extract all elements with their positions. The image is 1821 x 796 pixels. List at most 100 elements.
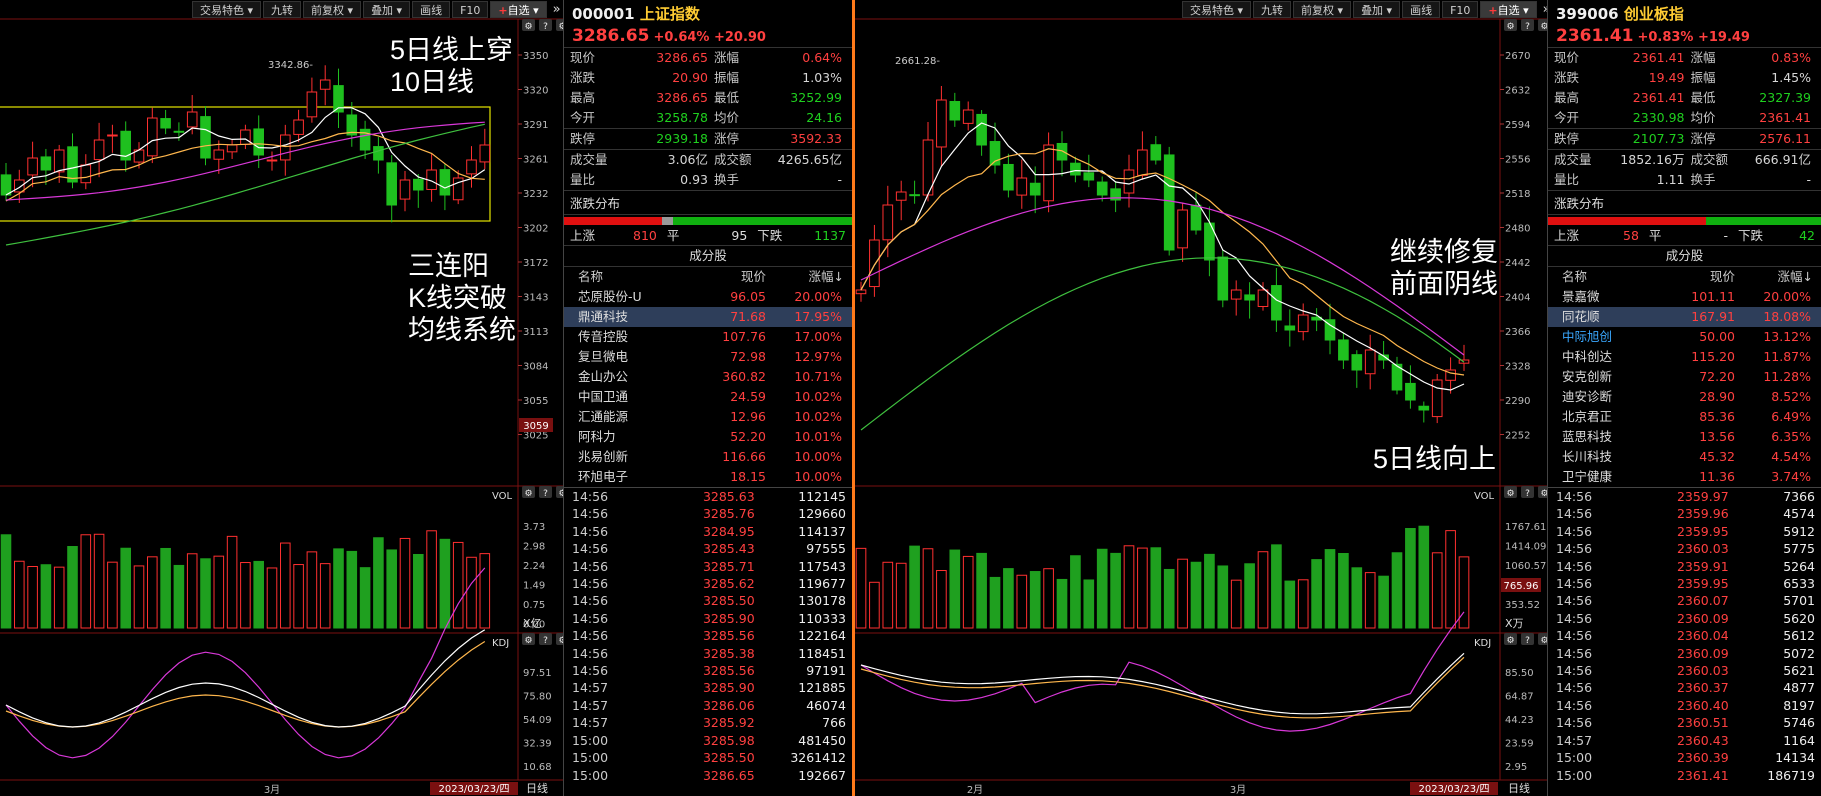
pane-tools[interactable]: ⚙? ⚙ <box>1504 19 1547 32</box>
col-price[interactable]: 现价 <box>1659 267 1735 287</box>
tick-price: 2360.09 <box>1676 645 1729 661</box>
tick-volume: 1164 <box>1783 732 1815 748</box>
constituent-row[interactable]: 长川科技 45.32 4.54% <box>1548 447 1821 467</box>
constituent-row[interactable]: 同花顺 167.91 18.08% <box>1548 307 1821 327</box>
vol-unit: X万 <box>1505 617 1524 630</box>
tick-volume: 97191 <box>806 663 846 679</box>
stock-name: 汇通能源 <box>578 409 629 424</box>
tick-row: 14:56 3285.71 117543 <box>564 558 852 575</box>
tick-row: 15:00 3285.98 481450 <box>564 732 852 749</box>
flat-label: 平 <box>1648 228 1662 243</box>
constituent-row[interactable]: 中科创达 115.20 11.87% <box>1548 347 1821 367</box>
quote-key: 最低 <box>1690 90 1716 105</box>
tick-volume: 118451 <box>798 645 846 661</box>
volume-bar <box>466 556 477 629</box>
constituent-row[interactable]: 迪安诊断 28.90 8.52% <box>1548 387 1821 407</box>
volume-bar <box>922 548 934 629</box>
volume-bar <box>1297 579 1309 629</box>
tick-time: 14:56 <box>572 506 609 522</box>
constituent-row[interactable]: 阿科力 52.20 10.01% <box>564 427 852 447</box>
right-kline-chart[interactable]: 2670 2632 2594 2556 2518 2480 2442 2404 2366 2328… <box>855 0 1547 796</box>
candle-body <box>1418 405 1430 411</box>
constituent-row[interactable]: 芯原股份-U 96.05 20.00% <box>564 287 852 307</box>
volume-bar <box>1271 544 1282 629</box>
constituent-row[interactable]: 兆易创新 116.66 10.00% <box>564 447 852 467</box>
constituent-row[interactable]: 鼎通科技 71.68 17.95% <box>564 307 852 327</box>
pane-tools[interactable]: ⚙? ⚙ <box>1504 486 1547 499</box>
quote-row: 最高 3286.65 最低 3252.99 <box>564 88 852 108</box>
stock-price: 101.11 <box>1691 289 1735 304</box>
pane-tools[interactable]: ⚙? ⚙ <box>522 19 563 32</box>
col-name[interactable]: 名称 <box>578 267 690 287</box>
constituent-row[interactable]: 复旦微电 72.98 12.97% <box>564 347 852 367</box>
quote-key: 涨跌 <box>1554 70 1580 85</box>
candle-body <box>14 179 25 193</box>
candles <box>0 65 491 629</box>
pane-tools[interactable]: ⚙? ⚙ <box>1504 633 1547 646</box>
candle-body <box>319 79 331 90</box>
annotation-repair: 继续修复 前面阴线 <box>1390 236 1498 300</box>
constituent-row[interactable]: 安克创新 72.20 11.28% <box>1548 367 1821 387</box>
quote-key: 均价 <box>1690 110 1716 125</box>
constituents-header: 名称 现价 涨幅↓ <box>1548 267 1821 287</box>
col-name[interactable]: 名称 <box>1562 267 1659 287</box>
stock-price: 116.66 <box>722 449 766 464</box>
volume-bar <box>949 549 961 629</box>
volume-bar <box>1177 558 1188 629</box>
stock-change: 20.00% <box>794 289 842 304</box>
tick-row: 14:57 2360.43 1164 <box>1548 732 1821 749</box>
quote-value: 4265.65亿 <box>777 152 842 167</box>
flat-count: 95 <box>731 228 748 243</box>
tick-time: 14:56 <box>1556 558 1593 574</box>
volume-bar <box>359 567 371 629</box>
tick-time: 15:00 <box>572 750 609 766</box>
volume-bar <box>1431 552 1443 629</box>
constituent-row[interactable]: 汇通能源 12.96 10.02% <box>564 407 852 427</box>
tick-volume: 5746 <box>1783 715 1815 731</box>
quote-key: 跌停 <box>1554 131 1580 146</box>
volume-bar <box>319 563 331 629</box>
constituent-row[interactable]: 蓝思科技 13.56 6.35% <box>1548 427 1821 447</box>
constituent-row[interactable]: 金山办公 360.82 10.71% <box>564 367 852 387</box>
index-name: 创业板指 <box>1623 5 1684 23</box>
tick-price: 2359.95 <box>1676 523 1729 539</box>
tick-row: 14:56 3285.50 130178 <box>564 592 852 609</box>
tick-price: 3285.62 <box>702 576 755 592</box>
constituent-row[interactable]: 传音控股 107.76 17.00% <box>564 327 852 347</box>
constituent-row[interactable]: 中际旭创 50.00 13.12% <box>1548 327 1821 347</box>
candle-body <box>373 146 384 161</box>
left-chart-panel[interactable]: 交易特色 ▾ 九转 前复权 ▾ 叠加 ▾ 画线 F10 +自选 ▾ » 3350… <box>0 0 563 796</box>
volume-bar <box>253 560 264 629</box>
stock-change: 6.35% <box>1771 429 1811 444</box>
constituent-row[interactable]: 环旭电子 18.15 10.00% <box>564 467 852 487</box>
volume-bar <box>1070 555 1081 629</box>
col-change[interactable]: 涨幅↓ <box>766 267 848 287</box>
col-change[interactable]: 涨幅↓ <box>1735 267 1817 287</box>
stock-change: 11.28% <box>1763 369 1811 384</box>
pane-tools[interactable]: ⚙? ⚙ <box>522 633 563 646</box>
settings-icon: ⚙ <box>524 489 532 499</box>
col-price[interactable]: 现价 <box>690 267 766 287</box>
quote-table: 现价 3286.65 涨幅 0.64% 涨跌 20.90 振幅 1.03% 最高 3286.65 最… <box>564 48 852 190</box>
tick-time: 14:56 <box>572 663 609 679</box>
tick-row: 14:56 3285.38 118451 <box>564 645 852 662</box>
kdj-k-line <box>5 629 486 728</box>
tick-volume: 114137 <box>798 523 846 539</box>
constituent-row[interactable]: 卫宁健康 11.36 3.74% <box>1548 467 1821 487</box>
quote-table: 现价 2361.41 涨幅 0.83% 涨跌 19.49 振幅 1.45% 最高 2361.41 最… <box>1548 48 1821 190</box>
quote-value: 3252.99 <box>790 90 842 105</box>
pane-tools[interactable]: ⚙? ⚙ <box>522 486 563 499</box>
right-chart-panel[interactable]: 交易特色 ▾ 九转 前复权 ▾ 叠加 ▾ 画线 F10 +自选 ▾ » 2670… <box>855 0 1547 796</box>
tick-price: 3285.63 <box>702 489 755 504</box>
stock-price: 11.36 <box>1699 469 1735 484</box>
up-count: 810 <box>633 228 657 243</box>
stock-name: 长川科技 <box>1562 449 1613 464</box>
left-kline-chart[interactable]: 3350 3320 3291 3261 3232 3202 3172 3143 3113 3084… <box>0 0 563 796</box>
quote-value: 1.45% <box>1771 70 1811 85</box>
constituent-row[interactable]: 景嘉微 101.11 20.00% <box>1548 287 1821 307</box>
constituent-row[interactable]: 北京君正 85.36 6.49% <box>1548 407 1821 427</box>
annotation-ma-cross: 5日线上穿 10日线 <box>390 34 513 98</box>
constituent-row[interactable]: 中国卫通 24.59 10.02% <box>564 387 852 407</box>
stock-name: 同花顺 <box>1562 309 1600 324</box>
tick-price: 2360.09 <box>1676 610 1729 626</box>
